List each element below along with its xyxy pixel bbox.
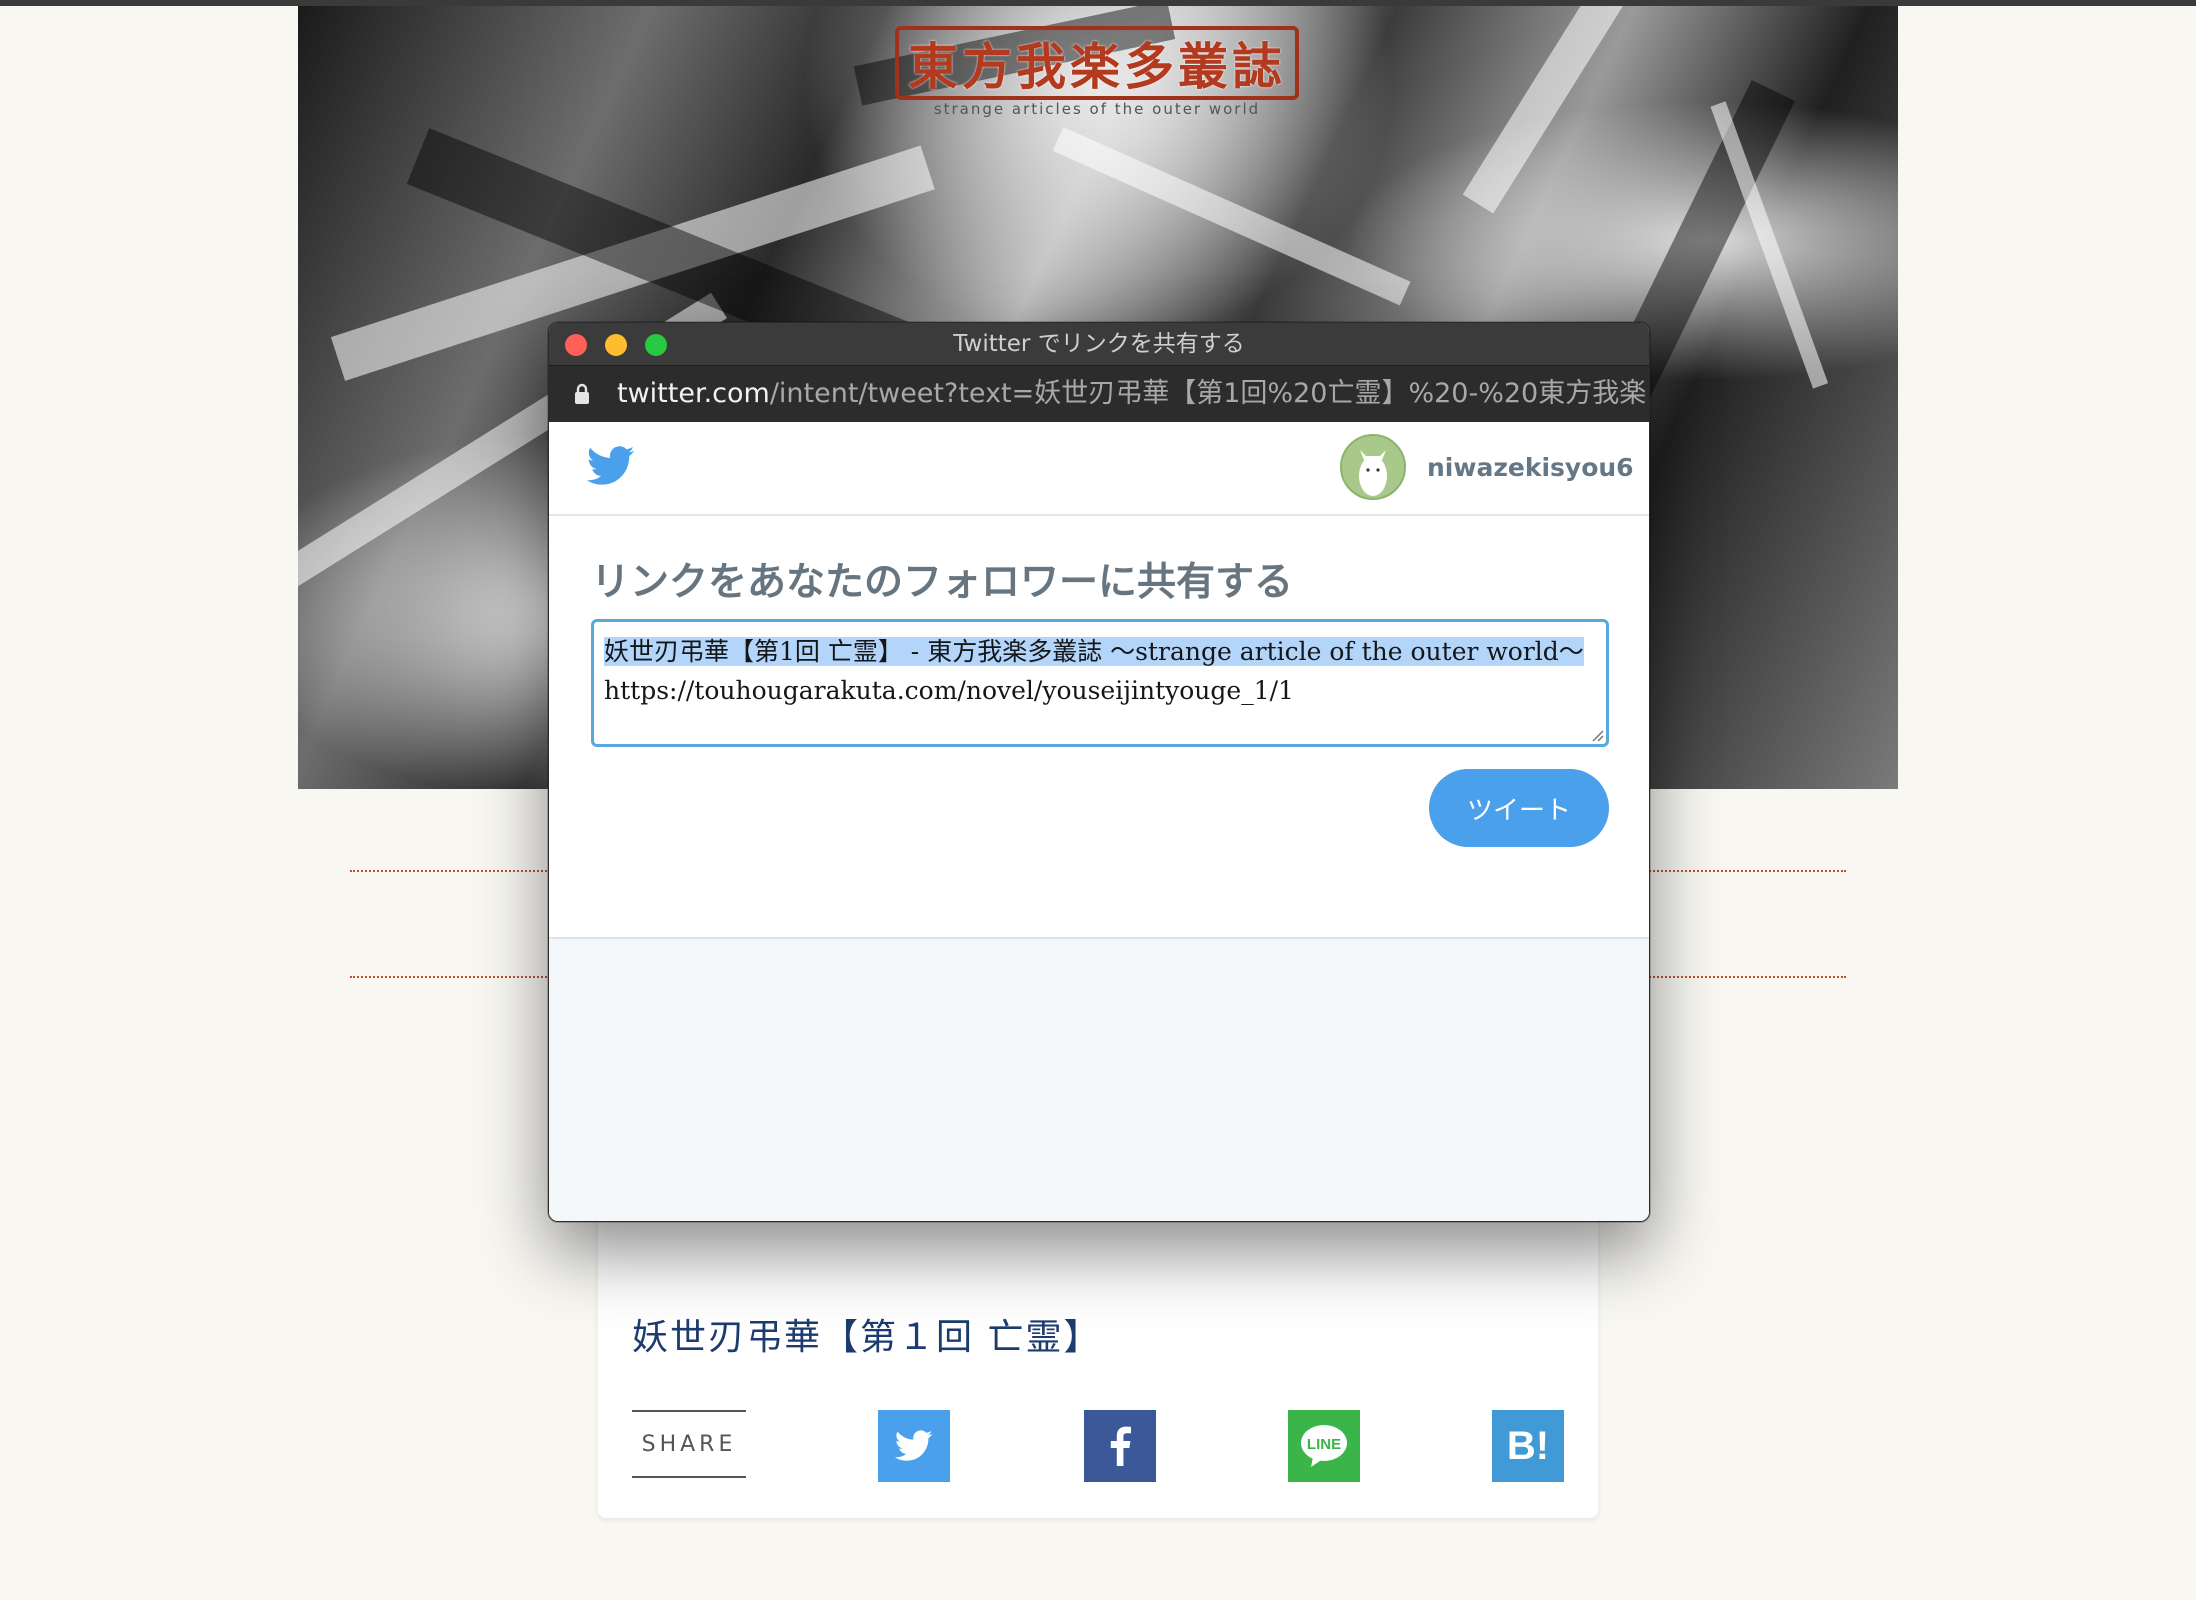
- resize-handle-icon[interactable]: [1588, 726, 1604, 742]
- username[interactable]: niwazekisyou6: [1427, 422, 1634, 514]
- twitter-share-window: Twitter でリンクを共有する twitter.com/intent/twe…: [548, 322, 1650, 1222]
- tweet-textarea[interactable]: 妖世刃弔華【第1回 亡霊】 - 東方我楽多叢誌 〜strange article…: [591, 619, 1609, 747]
- twitter-bird-icon[interactable]: [587, 446, 635, 486]
- article-title[interactable]: 妖世刃弔華【第１回 亡霊】: [632, 1308, 1101, 1360]
- share-line-button[interactable]: LINE: [1288, 1410, 1360, 1482]
- line-icon-text: LINE: [1307, 1436, 1341, 1453]
- lock-icon: [575, 383, 589, 404]
- facebook-icon: [1110, 1426, 1131, 1466]
- tweet-text-title: 妖世刃弔華【第1回 亡霊】 - 東方我楽多叢誌 〜strange article…: [604, 637, 1584, 666]
- twitter-icon: [895, 1430, 933, 1461]
- share-label: SHARE: [632, 1410, 746, 1478]
- share-facebook-button[interactable]: [1084, 1410, 1156, 1482]
- url-host: twitter.com: [617, 378, 770, 409]
- share-twitter-button[interactable]: [878, 1410, 950, 1482]
- share-heading: リンクをあなたのフォロワーに共有する: [591, 560, 1294, 605]
- tweet-text-url: https://touhougarakuta.com/novel/youseij…: [604, 676, 1294, 705]
- address-bar[interactable]: twitter.com/intent/tweet?text=妖世刃弔華【第1回%…: [549, 366, 1649, 422]
- tweet-button[interactable]: ツイート: [1429, 769, 1609, 847]
- line-icon: LINE: [1301, 1425, 1347, 1467]
- avatar-character-icon: [1359, 450, 1387, 496]
- site-logo[interactable]: 東方我楽多叢誌: [895, 26, 1299, 100]
- url-path: /intent/tweet?text=妖世刃弔華【第1回%20亡霊】%20-%2…: [769, 378, 1650, 409]
- hatena-bookmark-icon: B!: [1506, 1423, 1550, 1468]
- twitter-header: niwazekisyou6: [549, 422, 1649, 516]
- site-logo-subtitle: strange articles of the outer world: [933, 100, 1261, 118]
- user-avatar[interactable]: [1340, 434, 1406, 500]
- share-hatena-button[interactable]: B!: [1492, 1410, 1564, 1482]
- window-titlebar: Twitter でリンクを共有する: [549, 323, 1649, 366]
- url-text[interactable]: twitter.com/intent/tweet?text=妖世刃弔華【第1回%…: [617, 366, 1650, 422]
- article-card: 妖世刃弔華【第１回 亡霊】 SHARE LINE B!: [598, 1180, 1598, 1518]
- window-title: Twitter でリンクを共有する: [953, 331, 1245, 357]
- popup-footer-area: [549, 937, 1649, 1221]
